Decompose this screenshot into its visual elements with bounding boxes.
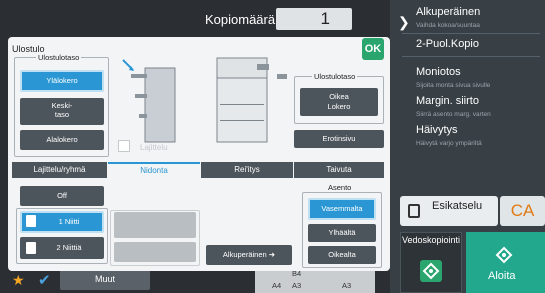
tray-middle-button[interactable]: Keski- taso bbox=[20, 98, 104, 125]
tray-upper-button[interactable]: Ylälokero bbox=[20, 70, 104, 92]
rp-item-erase-sub: Häivytä varjo ympäriltä bbox=[416, 140, 482, 147]
chevron-right-icon[interactable]: ❯ bbox=[398, 14, 410, 31]
tab-sort-group[interactable]: Lajittelu/ryhmä bbox=[12, 162, 107, 178]
rp-item-margin[interactable]: Margin. siirto bbox=[416, 95, 479, 107]
divider bbox=[402, 56, 540, 57]
document-icon bbox=[26, 215, 36, 227]
paper-size: A3 bbox=[342, 281, 352, 290]
separator-button[interactable]: Erotinsivu bbox=[294, 130, 384, 148]
right-tray-button[interactable]: Oikea Lokero bbox=[300, 88, 378, 116]
paper-size: A4 bbox=[272, 281, 282, 290]
rp-item-margin-sub: Siirrä asento marg. varten bbox=[416, 111, 491, 118]
copies-label: Kopiomäärä bbox=[205, 12, 276, 27]
rp-item-multishot-sub: Sijoita monta sivua sivulle bbox=[416, 82, 491, 89]
position-top-button[interactable]: Ylhäältä bbox=[308, 224, 376, 242]
diamond-icon bbox=[420, 260, 442, 282]
position-left-button[interactable]: Vasemmalta bbox=[308, 198, 376, 220]
rp-item-erase[interactable]: Häivytys bbox=[416, 124, 458, 136]
staple-one-label: 1 Niitti bbox=[58, 217, 80, 226]
tray-lower-button[interactable]: Alalokero bbox=[20, 130, 104, 150]
preview-icon bbox=[408, 204, 420, 218]
star-icon[interactable]: ★ bbox=[12, 272, 25, 289]
right-tray-group-label: Ulostulotaso bbox=[312, 72, 358, 81]
ok-button[interactable]: OK bbox=[362, 38, 384, 60]
tab-staple[interactable]: Nidonta bbox=[108, 162, 200, 178]
clear-all-button[interactable]: CA bbox=[500, 196, 545, 226]
disabled-option bbox=[114, 242, 196, 262]
rp-item-duplex[interactable]: 2-Puol.Kopio bbox=[416, 38, 479, 50]
preview-label: Esikatselu bbox=[432, 200, 483, 212]
position-label: Asento bbox=[326, 183, 354, 192]
other-label: Muut bbox=[95, 274, 116, 284]
copies-field[interactable]: 1 bbox=[276, 8, 352, 30]
rp-item-original-sub: Vaihda kokoa/suuntaa bbox=[416, 22, 480, 29]
original-label: Alkuperäinen bbox=[222, 250, 267, 259]
proof-copy-label: Vedoskopiointi bbox=[402, 235, 461, 245]
sort-checkbox[interactable] bbox=[118, 140, 130, 152]
arrow-right-icon: ➜ bbox=[268, 250, 276, 259]
check-icon[interactable]: ✔ bbox=[38, 271, 51, 289]
sort-checkbox-label: Lajittelu bbox=[140, 143, 168, 152]
staple-two-label: 2 Niittiä bbox=[56, 243, 82, 252]
tab-fold[interactable]: Taivuta bbox=[294, 162, 384, 178]
diamond-icon bbox=[495, 246, 513, 264]
original-button[interactable]: Alkuperäinen ➜ bbox=[206, 245, 292, 265]
staple-off-button[interactable]: Off bbox=[20, 186, 104, 206]
document-icon bbox=[26, 242, 36, 254]
start-label: Aloita bbox=[488, 270, 516, 282]
divider bbox=[402, 33, 540, 34]
finisher-illustration bbox=[117, 54, 302, 146]
tab-punch[interactable]: Rei'itys bbox=[201, 162, 293, 178]
output-tray-group-label: Ulostulotaso bbox=[36, 53, 82, 62]
paper-size: A3 bbox=[292, 281, 302, 290]
disabled-option bbox=[114, 212, 196, 238]
position-right-button[interactable]: Oikealta bbox=[308, 246, 376, 264]
rp-item-multishot[interactable]: Moniotos bbox=[416, 66, 461, 78]
rp-item-original[interactable]: Alkuperäinen bbox=[416, 6, 480, 18]
